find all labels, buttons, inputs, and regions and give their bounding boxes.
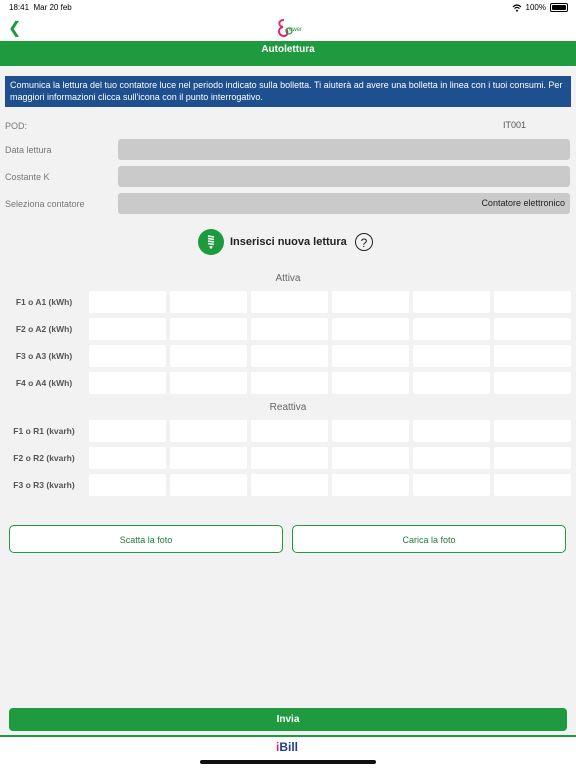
attiva-input-cell[interactable] <box>170 345 247 367</box>
reattiva-row-label: F3 o R3 (kvarh) <box>13 480 75 490</box>
attiva-input-cell[interactable] <box>413 372 490 394</box>
attiva-input-cell[interactable] <box>89 318 166 340</box>
attiva-row-label: F2 o A2 (kWh) <box>15 324 73 334</box>
insert-reading-label: Inserisci nuova lettura <box>230 236 347 248</box>
attiva-input-cell[interactable] <box>332 318 409 340</box>
data-lettura-field[interactable] <box>118 139 570 160</box>
attiva-input-cell[interactable] <box>413 345 490 367</box>
reattiva-input-cell[interactable] <box>170 447 247 469</box>
attiva-input-cell[interactable] <box>494 318 571 340</box>
pod-label: POD: <box>5 121 28 131</box>
attiva-input-cell[interactable] <box>251 318 328 340</box>
attiva-input-cell[interactable] <box>89 372 166 394</box>
attiva-input-cell[interactable] <box>413 291 490 313</box>
battery-percent: 100% <box>525 3 546 12</box>
reattiva-input-cell[interactable] <box>170 420 247 442</box>
reattiva-input-cell[interactable] <box>413 447 490 469</box>
logo-text: ower <box>289 27 303 33</box>
attiva-input-cell[interactable] <box>494 345 571 367</box>
scatta-foto-button[interactable]: Scatta la foto <box>9 525 283 553</box>
reattiva-input-cell[interactable] <box>89 420 166 442</box>
reattiva-input-cell[interactable] <box>332 447 409 469</box>
contatore-select[interactable]: Contatore elettronico <box>118 193 570 214</box>
attiva-input-cell[interactable] <box>251 345 328 367</box>
reattiva-input-cell[interactable] <box>413 420 490 442</box>
reattiva-input-cell[interactable] <box>494 447 571 469</box>
attiva-input-cell[interactable] <box>170 318 247 340</box>
bulb-icon <box>198 229 224 255</box>
attiva-input-cell[interactable] <box>332 291 409 313</box>
insert-reading[interactable]: Inserisci nuova lettura <box>198 229 347 255</box>
seleziona-contatore-label: Seleziona contatore <box>5 199 85 209</box>
attiva-title: Attiva <box>275 273 301 284</box>
reattiva-row-label: F1 o R1 (kvarh) <box>13 426 75 436</box>
reattiva-input-cell[interactable] <box>251 447 328 469</box>
chevron-left-icon[interactable]: ❮ <box>8 18 21 38</box>
reattiva-input-cell[interactable] <box>494 474 571 496</box>
reattiva-input-cell[interactable] <box>494 420 571 442</box>
reattiva-input-cell[interactable] <box>413 474 490 496</box>
attiva-input-cell[interactable] <box>494 291 571 313</box>
question-icon[interactable]: ? <box>355 233 373 251</box>
status-time: 18:41 Mar 20 feb <box>9 3 72 12</box>
attiva-row-label: F3 o A3 (kWh) <box>15 351 73 361</box>
attiva-input-cell[interactable] <box>89 291 166 313</box>
attiva-input-cell[interactable] <box>251 291 328 313</box>
status-bar: 18:41 Mar 20 feb 100% <box>0 0 576 14</box>
costante-k-label: Costante K <box>5 172 50 182</box>
carica-foto-button[interactable]: Carica la foto <box>292 525 566 553</box>
attiva-input-cell[interactable] <box>332 345 409 367</box>
battery-icon <box>550 3 568 12</box>
attiva-input-cell[interactable] <box>89 345 166 367</box>
data-lettura-label: Data lettura <box>5 145 52 155</box>
reattiva-input-cell[interactable] <box>332 474 409 496</box>
reattiva-input-cell[interactable] <box>89 447 166 469</box>
attiva-input-cell[interactable] <box>251 372 328 394</box>
reattiva-row-label: F2 o R2 (kvarh) <box>13 453 75 463</box>
reattiva-input-cell[interactable] <box>332 420 409 442</box>
info-banner: Comunica la lettura del tuo contatore lu… <box>5 76 571 107</box>
costante-k-field[interactable] <box>118 166 570 187</box>
footer-brand: iBill <box>276 740 299 754</box>
status-right: 100% <box>512 3 568 12</box>
reattiva-input-cell[interactable] <box>170 474 247 496</box>
invia-button[interactable]: Invia <box>9 708 567 731</box>
logo: ower <box>274 17 304 39</box>
wifi-icon <box>512 3 521 12</box>
attiva-input-cell[interactable] <box>332 372 409 394</box>
attiva-input-cell[interactable] <box>170 372 247 394</box>
attiva-row-label: F1 o A1 (kWh) <box>15 297 73 307</box>
reattiva-title: Reattiva <box>269 402 307 413</box>
home-indicator <box>200 760 376 764</box>
attiva-input-cell[interactable] <box>413 318 490 340</box>
attiva-input-cell[interactable] <box>170 291 247 313</box>
pod-value: IT001 <box>502 120 526 130</box>
nav-bar: ❮ ower <box>0 14 576 41</box>
page-title: Autolettura <box>0 41 576 66</box>
attiva-row-label: F4 o A4 (kWh) <box>15 378 73 388</box>
reattiva-input-cell[interactable] <box>251 420 328 442</box>
reattiva-input-cell[interactable] <box>251 474 328 496</box>
attiva-input-cell[interactable] <box>494 372 571 394</box>
reattiva-input-cell[interactable] <box>89 474 166 496</box>
